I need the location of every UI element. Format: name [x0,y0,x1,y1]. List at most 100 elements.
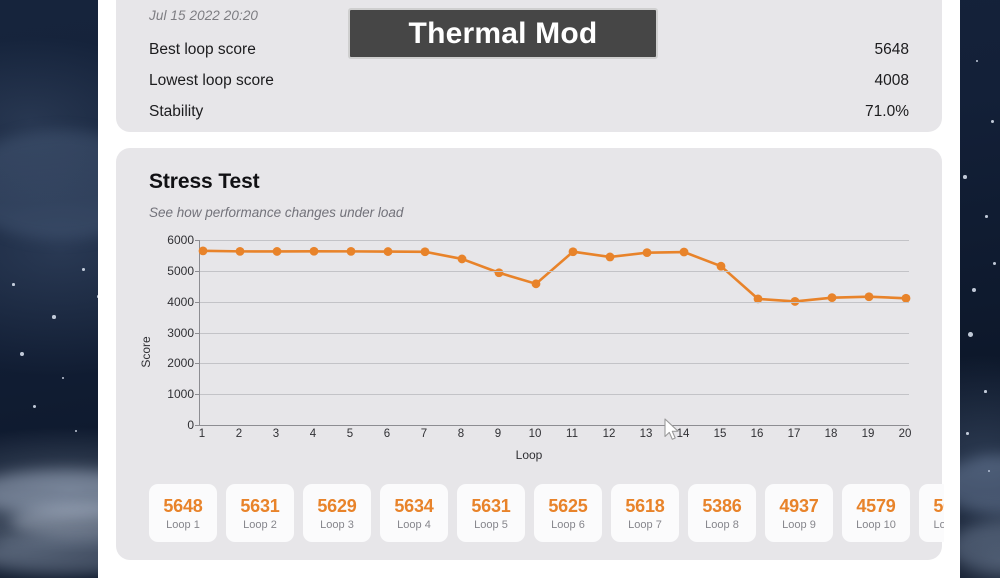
chart-data-point [605,252,615,262]
chart-data-point [531,279,541,289]
loop-score-chip[interactable]: 5386 Loop 8 [688,484,756,542]
chart-gridline [200,332,909,334]
loop-score-value: 5631 [471,495,511,516]
chart-x-tick-label: 5 [346,428,354,440]
summary-value: 4008 [874,72,909,89]
chart-data-point [864,292,874,302]
star [20,352,25,357]
star [963,175,967,179]
loop-score-label: Loop 1 [166,518,200,531]
chart-x-tick-label: 9 [494,428,502,440]
stress-test-card: Stress Test See how performance changes … [116,148,944,560]
chart-x-tick-label: 10 [528,428,542,440]
chart-gridline [200,270,909,272]
chart-y-tickmark [195,301,200,303]
loop-score-chip[interactable]: 5648 Loop 1 [149,484,217,542]
summary-value: 71.0% [865,103,909,120]
chart-y-tickmark [195,270,200,272]
chart-data-point [568,247,578,257]
chart-y-tickmark [195,425,200,426]
thermal-mod-badge: Thermal Mod [348,8,658,59]
loop-score-chip[interactable]: 5629 Loop 3 [303,484,371,542]
chart-y-tick-label: 5000 [167,263,194,278]
chart-data-point [642,248,652,258]
star [12,283,15,286]
loop-score-label: Loop 9 [782,518,816,531]
chart-x-tick-label: 19 [861,428,875,440]
chart-gridline [200,240,909,241]
chart-data-point [309,246,319,256]
chart-y-tick-label: 4000 [167,294,194,309]
loop-score-chip[interactable]: 4579 Loop 10 [842,484,910,542]
chart-x-tick-label: 11 [566,428,578,440]
chart-data-point [198,246,208,256]
star [62,377,65,380]
star [966,432,969,435]
chart-data-point [235,246,245,256]
chart-gridline [200,363,909,365]
summary-label: Best loop score [149,41,256,58]
loop-score-label: Loop 5 [474,518,508,531]
star [82,268,85,271]
loop-score-label: Loop 7 [628,518,662,531]
loop-score-label: Loop 6 [551,518,585,531]
benchmark-app-window: Jul 15 2022 20:20 Best loop score 5648 L… [98,0,960,578]
summary-label: Stability [149,103,204,120]
summary-label: Lowest loop score [149,72,274,89]
star [993,262,997,266]
chart-x-tick-label: 18 [824,428,838,440]
chart-plot-area: 0 1000 2000 3000 4000 5000 6000 [167,233,911,432]
loop-score-value: 5629 [317,495,357,516]
chart-y-tickmark [195,240,200,241]
chart-x-tick-label: 4 [309,428,317,440]
chart-y-axis-label: Score [139,336,153,368]
chart-x-tick-label: 6 [383,428,391,440]
chart-x-tick-label: 16 [750,428,764,440]
chart-x-tick-label: 20 [898,428,912,440]
loop-score-label: Loop 11 [933,518,944,531]
chart-data-point [679,247,689,257]
star [976,60,979,63]
stress-test-subtitle: See how performance changes under load [149,205,404,220]
chart-data-point [346,246,356,256]
chart-x-tick-label: 14 [676,428,690,440]
loop-score-chip[interactable]: 5620 Loop 11 [919,484,944,542]
loop-score-label: Loop 3 [320,518,354,531]
star [33,405,37,409]
loop-score-value: 5618 [625,495,665,516]
loop-score-chip[interactable]: 5634 Loop 4 [380,484,448,542]
loop-score-chip-list[interactable]: 5648 Loop 1 5631 Loop 2 5629 Loop 3 5634 Loop 4… [149,484,944,542]
loop-score-value: 5634 [394,495,434,516]
loop-score-chip[interactable]: 5625 Loop 6 [534,484,602,542]
loop-score-label: Loop 10 [856,518,896,531]
chart-gridline [200,425,909,427]
chart-y-tick-label: 0 [187,418,194,432]
loop-score-label: Loop 4 [397,518,431,531]
star [984,390,987,393]
loop-score-value: 5648 [163,495,203,516]
star [75,430,78,433]
chart-x-tick-label: 15 [713,428,727,440]
loop-score-chip[interactable]: 5618 Loop 7 [611,484,679,542]
chart-data-point [272,247,282,256]
summary-row-stability: Stability 71.0% [149,103,909,121]
chart-y-tick-label: 6000 [167,233,194,247]
summary-row-lowest-loop-score: Lowest loop score 4008 [149,72,909,90]
chart-x-tick-label: 13 [639,428,653,440]
chart-data-point [716,261,726,271]
chart-gridline [200,394,909,396]
chart-x-tick-label: 7 [420,428,428,440]
chart-x-tick-label: 12 [602,428,616,440]
chart-gridline [200,301,909,303]
stress-test-title: Stress Test [149,170,260,193]
loop-score-chip[interactable]: 5631 Loop 2 [226,484,294,542]
loop-score-value: 5625 [548,495,588,516]
chart-y-tickmark [195,332,200,334]
loop-score-chip[interactable]: 4937 Loop 9 [765,484,833,542]
chart-x-tick-label: 17 [787,428,801,440]
chart-x-tick-label: 3 [272,428,280,440]
loop-score-chip[interactable]: 5631 Loop 5 [457,484,525,542]
loop-score-value: 5386 [702,495,742,516]
loop-score-value: 4937 [779,495,819,516]
thermal-mod-badge-label: Thermal Mod [408,16,598,50]
